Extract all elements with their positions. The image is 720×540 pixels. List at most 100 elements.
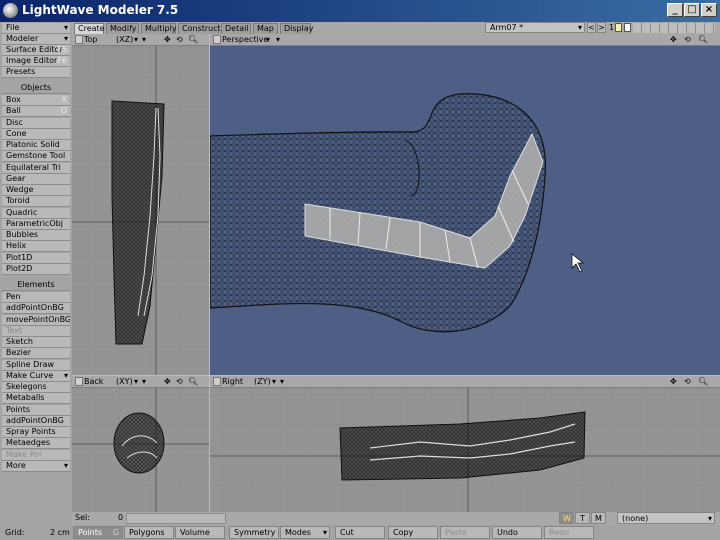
view-axes[interactable]: (ZY) bbox=[254, 376, 271, 387]
foreground-layer-toggle[interactable] bbox=[615, 23, 622, 32]
viewport-back[interactable]: Back (XY) ▾ ▾ ✥ ⟲ 🔍︎ bbox=[72, 376, 209, 512]
viewport-top[interactable]: Top (XZ) ▾ ▾ ✥ ⟲ 🔍︎ bbox=[72, 34, 209, 375]
tool-make-pol[interactable]: Make Pol bbox=[2, 449, 70, 461]
tool-sketch[interactable]: Sketch bbox=[2, 337, 70, 348]
tool-text[interactable]: Text bbox=[2, 325, 70, 337]
maximize-viewport-icon[interactable] bbox=[213, 35, 221, 44]
move-icon[interactable]: ✥ bbox=[164, 34, 171, 45]
maximize-viewport-icon[interactable] bbox=[75, 35, 83, 44]
tool-points[interactable]: Points bbox=[2, 404, 70, 416]
modeler-menu[interactable]: Modeler bbox=[2, 34, 70, 45]
layer-bank[interactable] bbox=[633, 23, 715, 33]
volume-mode-button[interactable]: Volume bbox=[175, 526, 225, 539]
tool-spline-draw[interactable]: Spline Draw bbox=[2, 359, 70, 371]
tool-cone[interactable]: Cone bbox=[2, 128, 70, 140]
view-mode-chevron-icon[interactable]: ▾ bbox=[142, 34, 146, 45]
maximize-viewport-icon[interactable] bbox=[213, 377, 221, 386]
tool-addpointonbg[interactable]: addPointOnBG bbox=[2, 415, 70, 427]
back-view-canvas[interactable] bbox=[72, 388, 209, 512]
right-view-canvas[interactable] bbox=[210, 388, 720, 512]
tool-box[interactable]: Box X bbox=[2, 95, 70, 106]
wireframe-toggle[interactable]: W bbox=[559, 512, 574, 524]
tool-gemstone-tool[interactable]: Gemstone Tool bbox=[2, 151, 70, 163]
close-button[interactable]: × bbox=[701, 3, 717, 17]
view-mode-chevron-icon[interactable]: ▾ bbox=[280, 376, 284, 387]
tool-wedge[interactable]: Wedge bbox=[2, 185, 70, 196]
points-mode-button[interactable]: Points G bbox=[73, 526, 123, 539]
tool-plot2d[interactable]: Plot2D bbox=[2, 263, 70, 275]
tool-make-curve[interactable]: Make Curve bbox=[2, 370, 70, 382]
rotate-icon[interactable]: ⟲ bbox=[176, 376, 183, 387]
viewport-right[interactable]: Right (ZY) ▾ ▾ ✥ ⟲ 🔍︎ bbox=[210, 376, 720, 512]
chevron-down-icon[interactable]: ▾ bbox=[134, 376, 138, 387]
layer-prev-button[interactable]: < bbox=[587, 22, 596, 33]
viewport-perspective[interactable]: Perspective ▾ ▾ ✥ ⟲ 🔍︎ bbox=[210, 34, 720, 375]
view-axes[interactable]: (XY) bbox=[116, 376, 133, 387]
tab-create[interactable]: Create bbox=[74, 23, 105, 34]
tool-toroid[interactable]: Toroid bbox=[2, 196, 70, 208]
tool-pen[interactable]: Pen bbox=[2, 292, 70, 303]
view-name[interactable]: Top bbox=[84, 34, 98, 45]
tab-display[interactable]: Display bbox=[280, 23, 314, 34]
view-name[interactable]: Back bbox=[84, 376, 103, 387]
top-view-canvas[interactable] bbox=[72, 46, 209, 375]
undo-button[interactable]: Undo bbox=[492, 526, 542, 539]
tool-helix[interactable]: Helix bbox=[2, 241, 70, 253]
tool-gear[interactable]: Gear bbox=[2, 173, 70, 185]
view-name[interactable]: Perspective bbox=[222, 34, 268, 45]
tab-multiply[interactable]: Multiply bbox=[141, 23, 177, 34]
tab-modify[interactable]: Modify bbox=[106, 23, 139, 34]
minimize-button[interactable]: _ bbox=[667, 3, 683, 17]
view-axes[interactable]: (XZ) bbox=[116, 34, 133, 45]
tool-quadric[interactable]: Quadric bbox=[2, 207, 70, 219]
background-layer-toggle[interactable] bbox=[624, 23, 631, 32]
rotate-icon[interactable]: ⟲ bbox=[176, 34, 183, 45]
chevron-down-icon[interactable]: ▾ bbox=[266, 34, 270, 45]
presets-button[interactable]: Presets bbox=[2, 67, 70, 78]
tool-equilateral-tri[interactable]: Equilateral Tri bbox=[2, 162, 70, 174]
texture-toggle[interactable]: T bbox=[575, 512, 590, 524]
surface-selector[interactable]: (none) ▾ bbox=[617, 512, 715, 524]
tool-movepointonbg[interactable]: movePointOnBG bbox=[2, 314, 70, 326]
copy-button[interactable]: Copy bbox=[388, 526, 438, 539]
move-icon[interactable]: ✥ bbox=[670, 376, 677, 387]
layer-next-button[interactable]: > bbox=[597, 22, 606, 33]
view-mode-chevron-icon[interactable]: ▾ bbox=[276, 34, 280, 45]
tab-construct[interactable]: Construct bbox=[178, 23, 221, 34]
view-name[interactable]: Right bbox=[222, 376, 243, 387]
tool-addpointonbg[interactable]: addPointOnBG bbox=[2, 303, 70, 315]
polygons-mode-button[interactable]: Polygons bbox=[124, 526, 174, 539]
image-editor-button[interactable]: Image Editor F6 bbox=[2, 56, 70, 67]
surface-editor-button[interactable]: Surface Editor F5 bbox=[2, 45, 70, 56]
move-icon[interactable]: ✥ bbox=[670, 34, 677, 45]
tool-metaballs[interactable]: Metaballs bbox=[2, 393, 70, 405]
tab-detail[interactable]: Detail bbox=[221, 23, 251, 34]
tool-parametricobj[interactable]: ParametricObj bbox=[2, 218, 70, 230]
object-selector[interactable]: Arm07 * ▾ bbox=[485, 22, 585, 33]
maximize-viewport-icon[interactable] bbox=[75, 377, 83, 386]
redo-button[interactable]: Redo bbox=[544, 526, 594, 539]
perspective-canvas[interactable] bbox=[210, 46, 720, 375]
tool-bubbles[interactable]: Bubbles bbox=[2, 230, 70, 241]
modes-menu[interactable]: Modes ▾ bbox=[280, 526, 330, 539]
tool-bezier[interactable]: Bezier bbox=[2, 348, 70, 360]
zoom-icon[interactable]: 🔍︎ bbox=[188, 34, 198, 45]
file-menu[interactable]: File bbox=[2, 23, 70, 34]
zoom-icon[interactable]: 🔍︎ bbox=[698, 376, 708, 387]
tool-platonic-solid[interactable]: Platonic Solid bbox=[2, 140, 70, 151]
tool-ball[interactable]: Ball O bbox=[2, 106, 70, 118]
tool-plot1d[interactable]: Plot1D bbox=[2, 252, 70, 264]
chevron-down-icon[interactable]: ▾ bbox=[272, 376, 276, 387]
tool-skelegons[interactable]: Skelegons bbox=[2, 382, 70, 393]
chevron-down-icon[interactable]: ▾ bbox=[134, 34, 138, 45]
tool-more[interactable]: More bbox=[2, 460, 70, 472]
zoom-icon[interactable]: 🔍︎ bbox=[188, 376, 198, 387]
tab-map[interactable]: Map bbox=[253, 23, 278, 34]
tool-spray-points[interactable]: Spray Points bbox=[2, 427, 70, 438]
material-toggle[interactable]: M bbox=[591, 512, 606, 524]
move-icon[interactable]: ✥ bbox=[164, 376, 171, 387]
cut-button[interactable]: Cut bbox=[335, 526, 385, 539]
rotate-icon[interactable]: ⟲ bbox=[684, 376, 691, 387]
symmetry-button[interactable]: Symmetry bbox=[229, 526, 279, 539]
paste-button[interactable]: Paste bbox=[440, 526, 490, 539]
